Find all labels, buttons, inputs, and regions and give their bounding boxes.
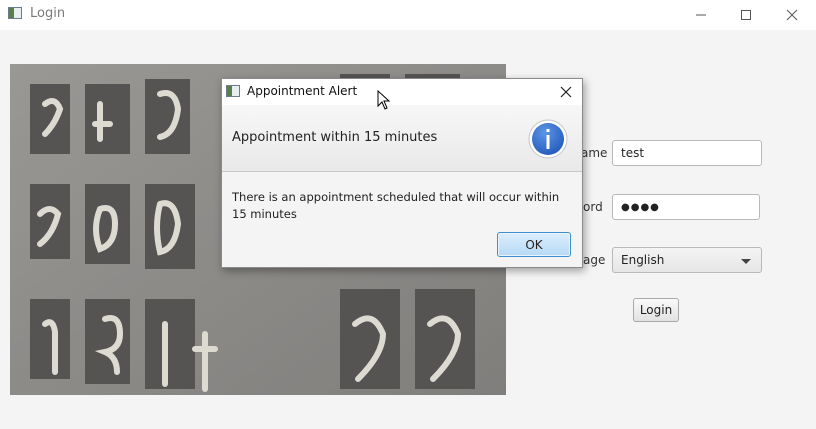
dialog-message: There is an appointment scheduled that w… (232, 190, 560, 221)
dialog-title: Appointment Alert (247, 84, 358, 98)
dialog-app-icon (226, 85, 240, 97)
password-value: ●●●● (621, 201, 660, 213)
maximize-button[interactable] (723, 0, 769, 30)
close-icon (786, 9, 798, 21)
password-field[interactable]: ●●●● (612, 194, 760, 220)
dialog-header-text: Appointment within 15 minutes (232, 130, 438, 145)
ok-button[interactable]: OK (497, 232, 571, 257)
dialog-titlebar: Appointment Alert (222, 79, 582, 105)
dialog-close-icon[interactable] (558, 84, 574, 100)
chevron-down-icon (741, 259, 751, 264)
username-label: ame (581, 146, 608, 160)
close-button[interactable] (769, 0, 815, 30)
dialog-header: Appointment within 15 minutes (222, 105, 582, 172)
window-titlebar: Login (0, 0, 816, 30)
language-value: English (621, 253, 665, 267)
appointment-alert-dialog: Appointment Alert Appointment within 15 … (221, 78, 583, 268)
password-label: ord (583, 200, 603, 214)
app-icon (8, 7, 22, 19)
mouse-cursor-icon (377, 90, 391, 110)
maximize-icon (741, 10, 751, 20)
minimize-button[interactable] (678, 0, 724, 30)
language-select[interactable]: English (612, 247, 762, 273)
minimize-icon (696, 14, 706, 16)
login-button[interactable]: Login (633, 298, 679, 322)
username-field[interactable]: test (612, 140, 762, 166)
window-title: Login (30, 6, 66, 21)
info-icon (528, 119, 568, 159)
language-label: age (583, 253, 606, 267)
username-value: test (621, 146, 645, 160)
